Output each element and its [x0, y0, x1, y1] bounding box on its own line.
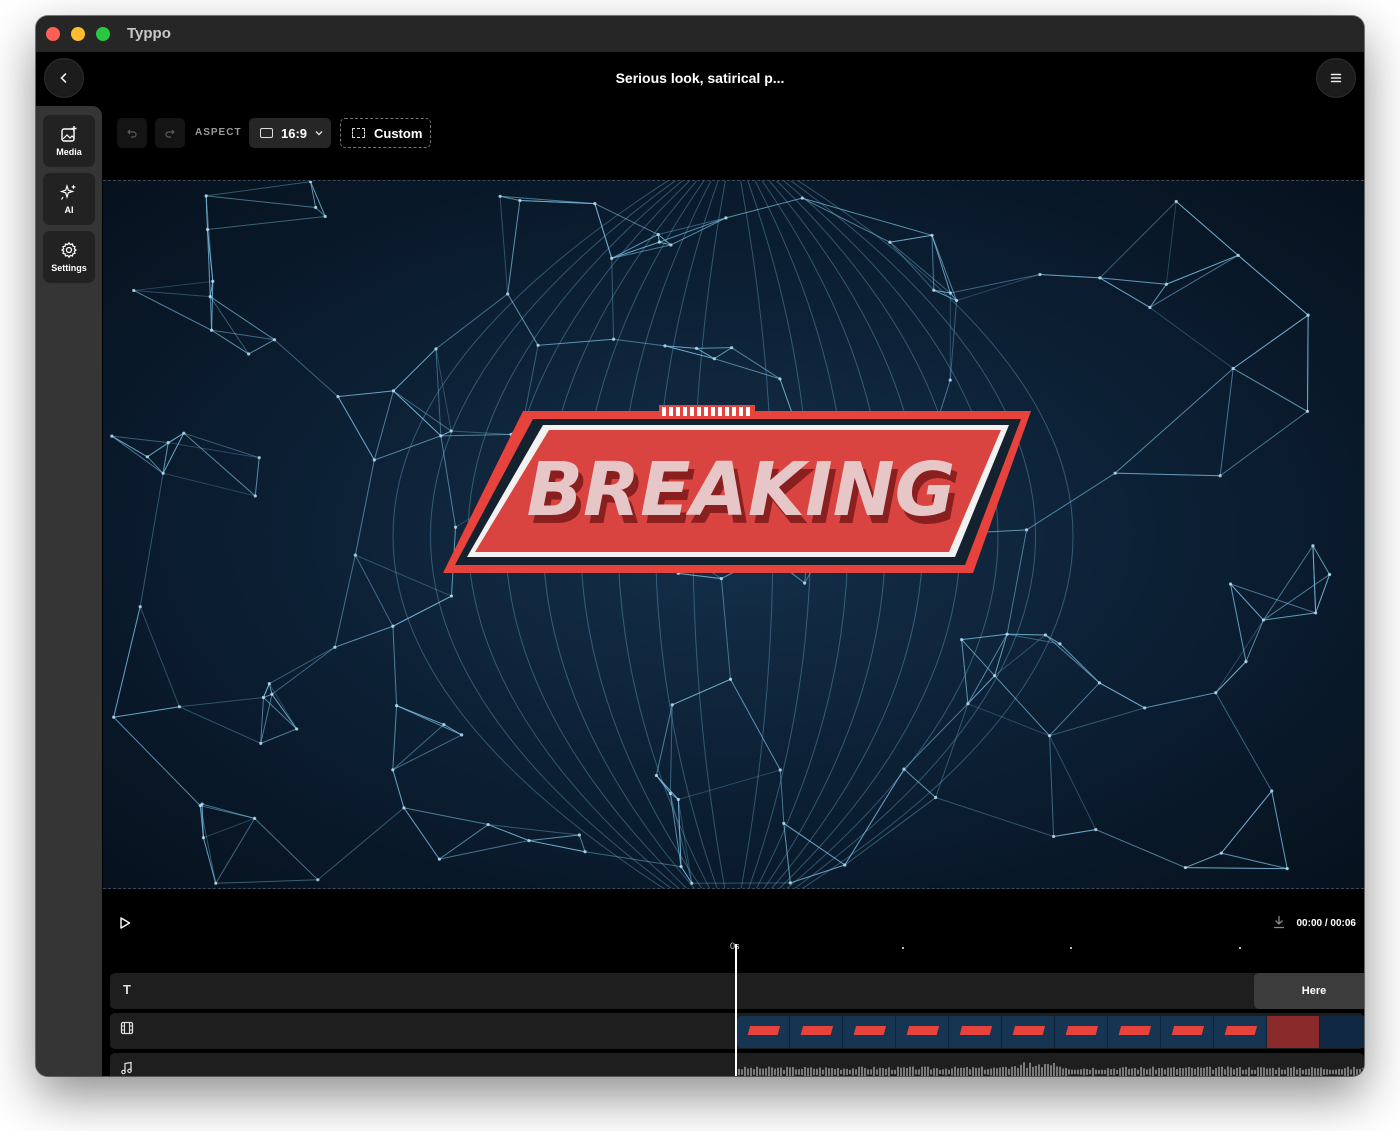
- text-track-icon: T: [123, 982, 131, 997]
- player-timeline: 00:00 / 00:06 0s T Here: [102, 889, 1364, 1076]
- sidebar-item-label: AI: [64, 205, 74, 215]
- download-button[interactable]: [1272, 915, 1286, 933]
- music-note-icon: [118, 1061, 136, 1076]
- download-icon: [1274, 916, 1284, 929]
- gear-icon: [60, 241, 78, 259]
- sidebar: Media AI Settings: [36, 106, 102, 1076]
- minimize-window-button[interactable]: [71, 27, 85, 41]
- top-bar: Serious look, satirical p...: [36, 52, 1364, 104]
- app-title: Typpo: [127, 25, 171, 42]
- playhead[interactable]: [735, 944, 737, 1076]
- media-add-icon: [61, 126, 77, 142]
- hamburger-icon: [1330, 73, 1342, 83]
- audio-track[interactable]: [110, 1053, 1364, 1076]
- undo-button[interactable]: [117, 118, 147, 148]
- title-bar: Typpo: [36, 16, 1364, 52]
- editor-toolbar: ASPECT 16:9 Custom: [102, 106, 1364, 180]
- video-track[interactable]: [110, 1013, 1364, 1049]
- audio-waveform[interactable]: [737, 1057, 1364, 1076]
- sidebar-item-media[interactable]: Media: [43, 115, 95, 167]
- sparkle-icon: [60, 183, 76, 200]
- sidebar-item-settings[interactable]: Settings: [43, 231, 95, 283]
- breaking-banner: BREAKING BREAKING: [443, 405, 1031, 573]
- app-window: Typpo Serious look, satirical p... Media…: [36, 16, 1364, 1076]
- aspect-ratio-dropdown[interactable]: 16:9: [249, 118, 331, 148]
- text-clip-label: Here: [1301, 985, 1327, 997]
- text-track[interactable]: T Here: [110, 973, 1364, 1009]
- sidebar-item-ai[interactable]: AI: [43, 173, 95, 225]
- aspect-rectangle-icon: [260, 128, 273, 138]
- chevron-down-icon: [315, 131, 323, 136]
- ruler-tick: [1070, 947, 1072, 949]
- redo-icon: [165, 129, 175, 138]
- project-title: Serious look, satirical p...: [615, 70, 785, 86]
- aspect-label: ASPECT: [195, 127, 242, 138]
- play-button[interactable]: [118, 916, 132, 933]
- video-clip-thumbnails[interactable]: [737, 1016, 1364, 1048]
- undo-icon: [127, 129, 137, 138]
- sidebar-item-label: Settings: [51, 263, 87, 273]
- ruler-tick: [1239, 947, 1241, 949]
- text-clip[interactable]: Here: [1254, 973, 1364, 1009]
- play-icon: [120, 917, 131, 929]
- menu-button[interactable]: [1316, 58, 1356, 98]
- video-preview-canvas[interactable]: BREAKING BREAKING: [103, 180, 1364, 889]
- sidebar-item-label: Media: [56, 147, 82, 157]
- custom-aspect-button[interactable]: Custom: [340, 118, 431, 148]
- ruler-tick: [902, 947, 904, 949]
- time-ruler[interactable]: 0s: [102, 941, 1364, 955]
- aspect-ratio-value: 16:9: [281, 125, 308, 141]
- custom-frame-icon: [352, 128, 365, 138]
- custom-aspect-label: Custom: [374, 125, 423, 141]
- close-window-button[interactable]: [46, 27, 60, 41]
- maximize-window-button[interactable]: [96, 27, 110, 41]
- breaking-text: BREAKING: [527, 447, 956, 533]
- film-icon: [118, 1021, 136, 1039]
- time-display: 00:00 / 00:06: [1296, 918, 1357, 929]
- redo-button[interactable]: [155, 118, 185, 148]
